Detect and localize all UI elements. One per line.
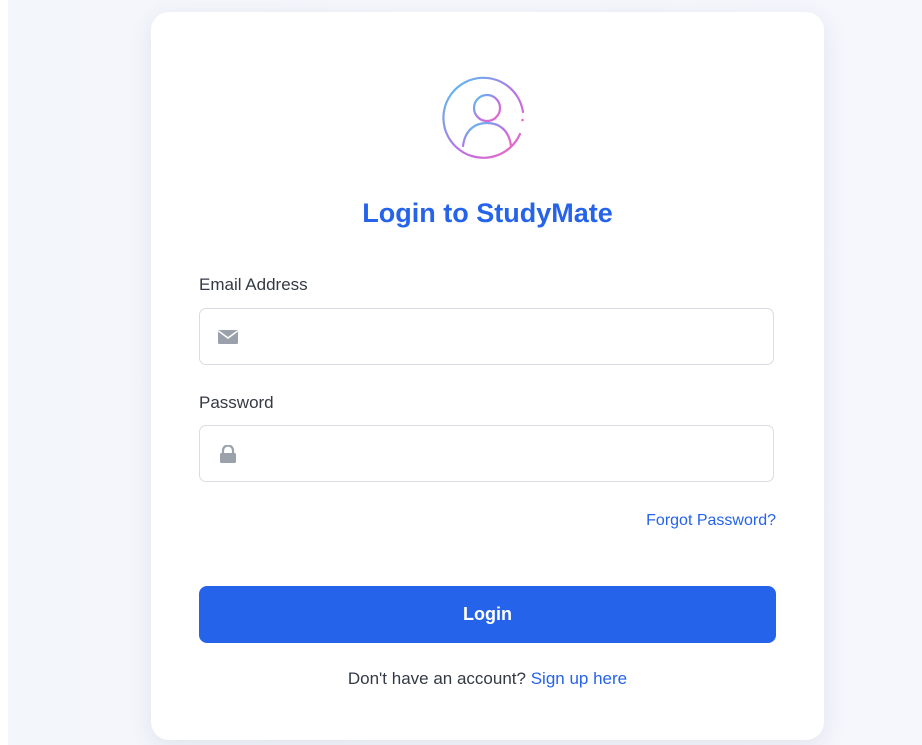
lock-icon xyxy=(217,444,239,463)
signup-prompt: Don't have an account? Sign up here xyxy=(151,669,824,689)
signup-link[interactable]: Sign up here xyxy=(531,669,627,688)
password-input[interactable] xyxy=(252,426,766,483)
email-input[interactable] xyxy=(252,309,766,366)
signup-prompt-text: Don't have an account? xyxy=(347,669,526,688)
password-field[interactable] xyxy=(199,425,774,483)
email-label: Email Address xyxy=(199,275,308,294)
envelope-icon xyxy=(217,328,239,346)
user-circle-icon xyxy=(441,72,531,162)
password-label: Password xyxy=(199,393,274,412)
login-button[interactable]: Login xyxy=(199,586,776,643)
forgot-password-link[interactable]: Forgot Password? xyxy=(646,512,776,530)
page-background: Login to StudyMate Email Address Passwor… xyxy=(8,0,922,745)
page-title: Login to StudyMate xyxy=(362,198,613,228)
email-field[interactable] xyxy=(199,308,774,366)
login-card: Login to StudyMate Email Address Passwor… xyxy=(151,12,824,740)
